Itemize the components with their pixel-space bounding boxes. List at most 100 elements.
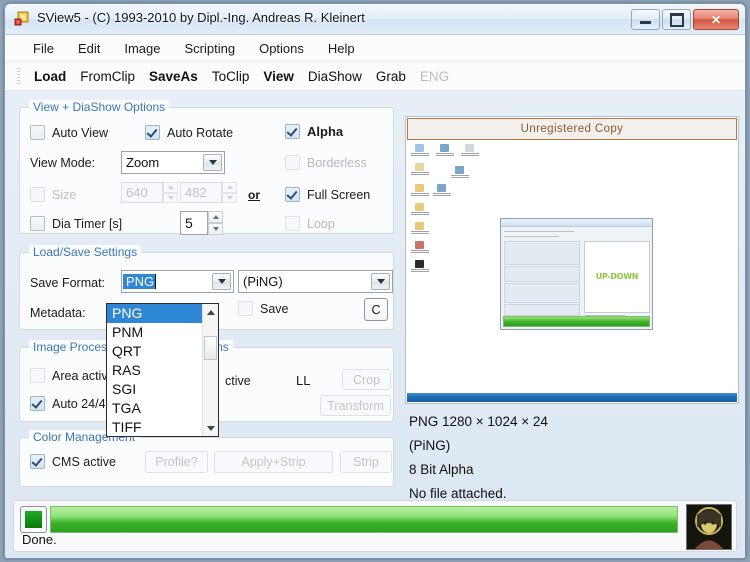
save-format-combo[interactable]: PNG <box>121 270 234 293</box>
window-title: SView5 - (C) 1993-2010 by Dipl.-Ing. And… <box>37 10 365 25</box>
metadata-save-box <box>238 301 253 316</box>
toolbar-toclip-button[interactable]: ToClip <box>205 67 257 86</box>
menu-item-file[interactable]: File <box>21 38 66 59</box>
metadata-c-button[interactable]: C <box>364 298 388 321</box>
file-info-line-3: 8 Bit Alpha <box>409 462 474 477</box>
close-button[interactable]: ✕ <box>693 9 739 30</box>
dropdown-scroll-down-icon[interactable] <box>203 421 218 435</box>
size-height-field: 482 <box>180 182 222 203</box>
auto-24-48-box <box>30 396 45 411</box>
checkbox-auto-24-48[interactable]: Auto 24/48 <box>30 396 112 411</box>
size-width-stepper <box>163 182 178 203</box>
checkbox-full-screen[interactable]: Full Screen <box>285 187 370 202</box>
view-diashow-options-title: View + DiaShow Options <box>29 100 170 114</box>
preview-nested-progressbar <box>503 316 650 327</box>
view-diashow-options-group: View + DiaShow Options Auto View Auto Ro… <box>19 100 394 235</box>
toolbar-grab-button[interactable]: Grab <box>369 67 413 86</box>
borderless-box <box>285 155 300 170</box>
color-management-group: Color Management CMS active Profile? App… <box>19 430 394 487</box>
application-window: SView5 - (C) 1993-2010 by Dipl.-Ing. And… <box>4 3 746 559</box>
toolbar-load-button[interactable]: Load <box>27 67 73 86</box>
checkbox-cms-active[interactable]: CMS active <box>30 454 116 469</box>
dia-timer-value: 5 <box>185 215 193 231</box>
alpha-label: Alpha <box>307 124 344 139</box>
cms-active-box <box>30 454 45 469</box>
status-led-icon <box>20 506 47 533</box>
dia-timer-box <box>30 216 45 231</box>
dropdown-scroll-up-icon[interactable] <box>203 305 218 319</box>
cms-active-label: CMS active <box>52 454 116 469</box>
window-controls: ✕ <box>631 9 739 30</box>
load-save-settings-title: Load/Save Settings <box>29 245 142 259</box>
menu-item-edit[interactable]: Edit <box>66 38 112 59</box>
view-mode-chevron-down-icon[interactable] <box>203 154 222 171</box>
second-active-label: ctive <box>225 374 251 388</box>
menu-bar: File Edit Image Scripting Options Help <box>5 35 745 62</box>
minimize-button[interactable] <box>631 9 660 30</box>
format-description-chevron-down-icon[interactable] <box>371 273 390 290</box>
menu-item-help[interactable]: Help <box>316 38 367 59</box>
preview-nested-window: UP-DOWN <box>500 218 653 330</box>
checkbox-auto-rotate[interactable]: Auto Rotate <box>145 125 233 140</box>
profile-button: Profile? <box>145 451 208 473</box>
save-format-label: Save Format: <box>30 276 106 290</box>
auto-view-label: Auto View <box>52 125 109 140</box>
checkbox-size: Size <box>30 187 76 202</box>
menu-item-image[interactable]: Image <box>112 38 172 59</box>
toolbar-fromclip-button[interactable]: FromClip <box>73 67 142 86</box>
view-mode-value: Zoom <box>126 155 160 170</box>
format-description-combo[interactable]: (PiNG) <box>238 270 393 293</box>
size-height-stepper <box>222 182 237 203</box>
preview-taskbar <box>407 393 737 402</box>
dia-timer-stepper[interactable] <box>208 211 223 235</box>
size-label: Size <box>52 187 77 202</box>
checkbox-area-active[interactable]: Area active <box>30 368 115 383</box>
size-width-field: 640 <box>121 182 163 203</box>
toolbar-grip[interactable] <box>17 67 20 85</box>
toolbar-diashow-button[interactable]: DiaShow <box>301 67 369 86</box>
checkbox-alpha[interactable]: Alpha <box>285 124 343 139</box>
status-text: Done. <box>22 532 57 547</box>
app-icon <box>14 11 29 26</box>
auto-rotate-label: Auto Rotate <box>167 125 234 140</box>
metadata-save-label: Save <box>260 301 289 316</box>
checkbox-auto-view[interactable]: Auto View <box>30 125 108 140</box>
strip-button: Strip <box>340 451 392 473</box>
menu-item-scripting[interactable]: Scripting <box>173 38 248 59</box>
menu-item-options[interactable]: Options <box>247 38 316 59</box>
preview-nested-titlebar <box>501 219 652 227</box>
borderless-label: Borderless <box>307 155 367 170</box>
dia-timer-label: Dia Timer [s] <box>52 216 123 231</box>
size-width-value: 640 <box>126 185 148 200</box>
auto-24-48-label: Auto 24/48 <box>52 396 113 411</box>
view-mode-combo[interactable]: Zoom <box>121 151 225 174</box>
crop-button: Crop <box>342 369 391 390</box>
transform-button: Transform <box>320 395 391 416</box>
checkbox-dia-timer[interactable]: Dia Timer [s] <box>30 216 122 231</box>
checkbox-loop[interactable]: Loop <box>285 216 335 231</box>
toolbar-eng-button: ENG <box>419 68 450 84</box>
image-thumbnail[interactable] <box>686 504 732 550</box>
checkbox-metadata-save[interactable]: Save <box>238 301 289 316</box>
dropdown-scroll-thumb[interactable] <box>204 336 217 360</box>
toolbar-saveas-button[interactable]: SaveAs <box>142 67 205 86</box>
toolbar-view-button[interactable]: View <box>256 67 301 86</box>
dia-timer-field[interactable]: 5 <box>180 211 208 235</box>
view-mode-label: View Mode: <box>30 156 96 170</box>
progress-bar <box>50 506 678 533</box>
preview-image[interactable]: UP-DOWN <box>407 140 737 402</box>
checkbox-borderless[interactable]: Borderless <box>285 155 367 170</box>
format-description-value: (PiNG) <box>243 274 283 289</box>
size-box <box>30 187 45 202</box>
alpha-box <box>285 124 300 139</box>
save-format-chevron-down-icon[interactable] <box>212 273 231 290</box>
save-format-dropdown-list[interactable]: PNG PNM QRT RAS SGI TGA TIFF JPEG2000 <box>106 303 219 437</box>
maximize-button[interactable] <box>662 9 691 30</box>
file-info-line-1: PNG 1280 × 1024 × 24 <box>409 414 548 429</box>
preview-nested-canvas: UP-DOWN <box>584 241 650 313</box>
full-screen-label: Full Screen <box>307 187 371 202</box>
dropdown-scrollbar[interactable] <box>202 304 218 436</box>
full-screen-box <box>285 187 300 202</box>
preview-panel[interactable]: Unregistered Copy UP-DOWN <box>405 116 739 404</box>
tool-bar: Load FromClip SaveAs ToClip View DiaShow… <box>5 62 745 91</box>
